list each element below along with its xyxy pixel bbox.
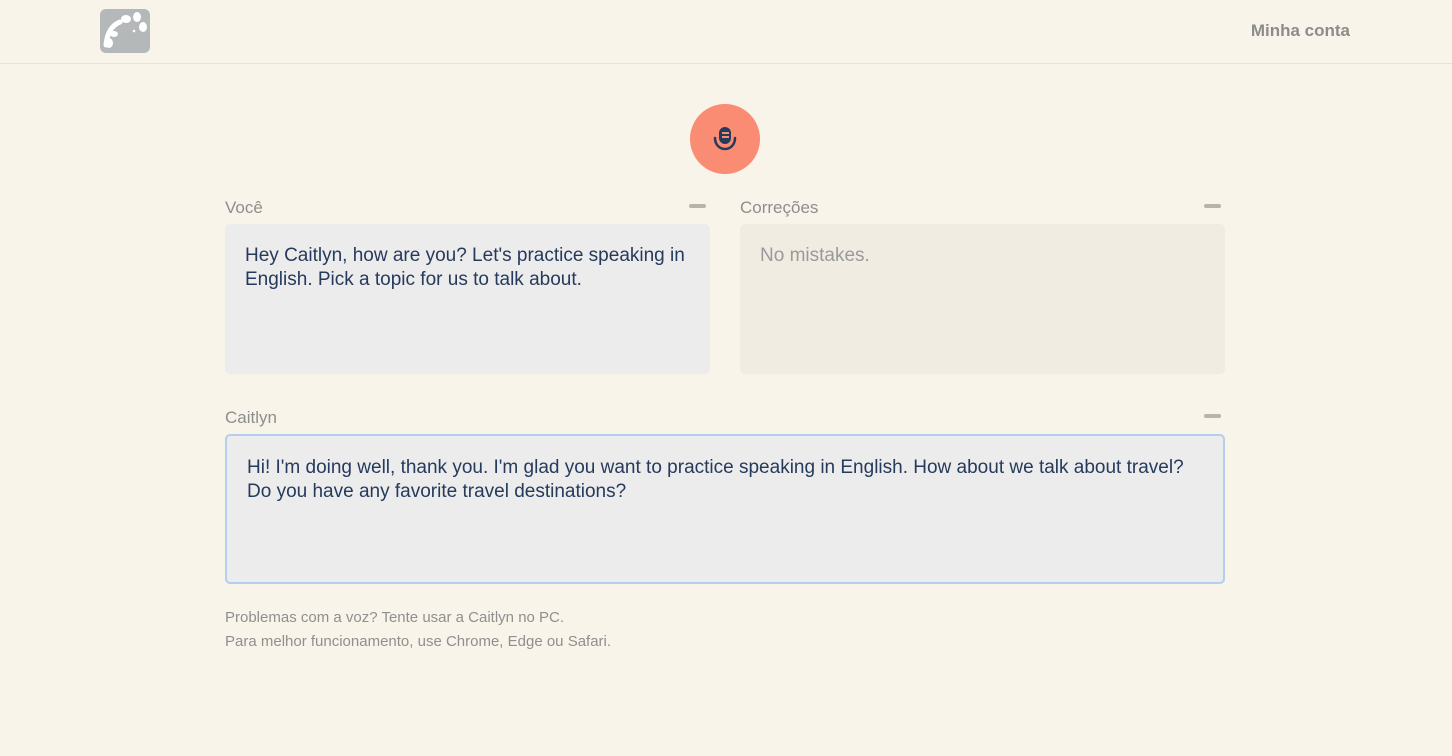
top-header: Minha conta [0, 0, 1452, 64]
sheep-logo-icon[interactable] [100, 9, 150, 53]
my-account-link[interactable]: Minha conta [1251, 21, 1350, 41]
you-collapse-button[interactable] [689, 204, 706, 208]
you-label: Você [225, 198, 263, 217]
you-transcript-box: Hey Caitlyn, how are you? Let's practice… [225, 224, 710, 374]
browser-help-text: Para melhor funcionamento, use Chrome, E… [225, 633, 612, 650]
assistant-collapse-button[interactable] [1204, 414, 1221, 418]
microphone-icon [713, 127, 737, 151]
assistant-response-box: Hi! I'm doing well, thank you. I'm glad … [225, 434, 1225, 584]
corrections-collapse-button[interactable] [1204, 204, 1221, 208]
microphone-button[interactable] [690, 104, 760, 174]
voice-help-text: Problemas com a voz? Tente usar a Caitly… [225, 609, 565, 626]
assistant-label: Caitlyn [225, 408, 277, 427]
corrections-label: Correções [740, 198, 819, 217]
corrections-box: No mistakes. [740, 224, 1225, 374]
